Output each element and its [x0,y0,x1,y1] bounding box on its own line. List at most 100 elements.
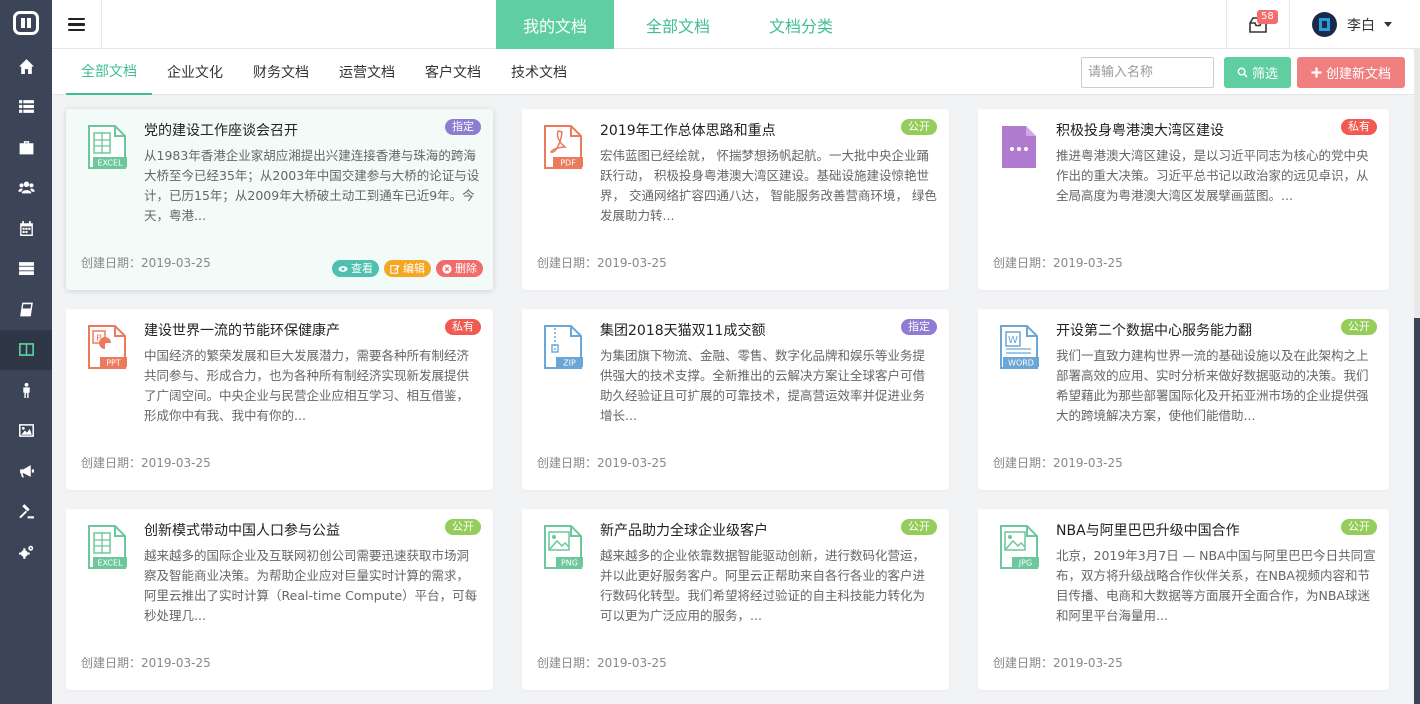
document-summary: 从1983年香港企业家胡应湘提出兴建连接香港与珠海的跨海大桥至今已经35年；从2… [144,148,480,223]
document-summary: 为集团旗下物流、金融、零售、数字化品牌和娱乐等业务提供强大的技术支撑。全新推出的… [600,348,926,423]
visibility-badge: 公开 [901,519,937,535]
plus-icon [1311,67,1322,78]
hamburger-icon [68,15,85,35]
document-card[interactable]: PNG 新产品助力全球企业级客户 公开 越来越多的企业依靠数据智能驱动创新，进行… [522,509,949,690]
other-file-icon [1002,126,1036,168]
top-right-area: 58 李白 [1226,0,1420,49]
search-icon [1237,67,1248,78]
category-tab-finance[interactable]: 财务文档 [238,49,324,95]
svg-text:EXCEL: EXCEL [97,559,123,568]
category-tab-tech[interactable]: 技术文档 [496,49,582,95]
category-tabs: 全部文档 企业文化 财务文档 运营文档 客户文档 技术文档 [66,49,582,95]
person-icon [22,382,30,398]
svg-text:ZIP: ZIP [563,359,576,368]
scrollbar-thumb[interactable] [1414,318,1420,704]
visibility-badge: 公开 [445,519,481,535]
sidebar-item-book[interactable] [0,289,52,330]
chevron-down-icon [1384,22,1392,27]
document-title[interactable]: 集团2018天猫双11成交额 [600,320,765,340]
created-date: 创建日期：2019-03-25 [537,456,667,470]
document-card[interactable]: ZIP 集团2018天猫双11成交额 指定 为集团旗下物流、金融、零售、数字化品… [522,309,949,490]
category-tab-all[interactable]: 全部文档 [66,49,152,95]
document-title[interactable]: NBA与阿里巴巴升级中国合作 [1056,520,1240,540]
notifications-button[interactable]: 58 [1227,0,1289,49]
view-button[interactable]: 查看 [332,260,379,277]
svg-text:PNG: PNG [561,559,578,568]
document-summary: 我们一直致力建构世界一流的基础设施以及在此架构之上部署高效的应用、实时分析来做好… [1056,348,1369,423]
document-card[interactable]: 积极投身粤港澳大湾区建设 私有 推进粤港澳大湾区建设，是以习近平同志为核心的党中… [978,109,1389,290]
card-actions: 查看 编辑 删除 [332,260,483,277]
created-date: 创建日期：2019-03-25 [81,256,211,270]
create-document-button[interactable]: 创建新文档 [1297,57,1405,88]
document-title[interactable]: 2019年工作总体思路和重点 [600,120,776,140]
close-icon [442,263,452,274]
created-date: 创建日期：2019-03-25 [537,656,667,670]
top-tabs: 我的文档 全部文档 文档分类 [496,0,865,49]
avatar [1312,12,1337,37]
tab-all-documents[interactable]: 全部文档 [619,0,737,49]
visibility-badge: 公开 [1341,319,1377,335]
category-tab-culture[interactable]: 企业文化 [152,49,238,95]
delete-button[interactable]: 删除 [436,260,483,277]
book-icon [19,302,33,317]
document-summary: 北京，2019年3月7日 — NBA中国与阿里巴巴今日共同宣布，双方将升级战略合… [1056,548,1376,623]
columns-icon [18,343,34,357]
sidebar-item-announcements[interactable] [0,451,52,492]
excel-file-icon: EXCEL [88,125,127,169]
sidebar-item-person[interactable] [0,370,52,411]
document-title[interactable]: 开设第二个数据中心服务能力翻 [1056,320,1252,340]
document-card[interactable]: EXCEL 党的建设工作座谈会召开 指定 从1983年香港企业家胡应湘提出兴建连… [66,109,493,290]
menu-toggle-button[interactable] [52,0,102,49]
category-tab-customer[interactable]: 客户文档 [410,49,496,95]
excel-file-icon: EXCEL [88,525,127,569]
visibility-badge: 指定 [901,319,937,335]
filter-button[interactable]: 筛选 [1224,57,1291,88]
top-navbar: 我的文档 全部文档 文档分类 58 李白 [52,0,1420,49]
user-menu[interactable]: 李白 [1290,0,1420,49]
app-logo[interactable] [0,0,52,46]
sidebar-item-tools[interactable] [0,492,52,533]
visibility-badge: 公开 [901,119,937,135]
edit-icon [390,264,400,274]
tab-my-documents[interactable]: 我的文档 [496,0,614,49]
svg-text:PPT: PPT [106,359,121,368]
created-date: 创建日期：2019-03-25 [81,456,211,470]
document-card[interactable]: W WORD 开设第二个数据中心服务能力翻 公开 我们一直致力建构世界一流的基础… [978,309,1389,490]
document-summary: 中国经济的繁荣发展和巨大发展潜力，需要各种所有制经济共同参与、形成合力，也为各种… [144,348,470,423]
sidebar-item-briefcase[interactable] [0,127,52,168]
word-file-icon: W WORD [1000,325,1039,369]
sidebar-item-users[interactable] [0,168,52,209]
eye-icon [338,265,348,272]
category-bar: 全部文档 企业文化 财务文档 运营文档 客户文档 技术文档 筛选 创建新文档 [52,49,1420,95]
sidebar-item-calendar[interactable] [0,208,52,249]
visibility-badge: 指定 [445,119,481,135]
search-input[interactable] [1081,57,1214,88]
sidebar-item-list[interactable] [0,87,52,128]
created-date: 创建日期：2019-03-25 [537,256,667,270]
sidebar-item-home[interactable] [0,46,52,87]
tab-document-categories[interactable]: 文档分类 [742,0,860,49]
users-icon [17,181,35,194]
ppt-file-icon: P PPT [88,325,127,369]
sidebar-item-settings[interactable] [0,532,52,573]
document-title[interactable]: 新产品助力全球企业级客户 [600,520,768,540]
list-icon [18,100,34,114]
document-summary: 越来越多的国际企业及互联网初创公司需要迅速获取市场洞察及智能商业决策。为帮助企业… [144,548,478,623]
document-card[interactable]: EXCEL 创新模式带动中国人口参与公益 公开 越来越多的国际企业及互联网初创公… [66,509,493,690]
sidebar-item-server[interactable] [0,249,52,290]
document-title[interactable]: 党的建设工作座谈会召开 [144,120,298,140]
document-title[interactable]: 创新模式带动中国人口参与公益 [144,520,340,540]
document-title[interactable]: 积极投身粤港澳大湾区建设 [1056,120,1224,140]
edit-button-label: 编辑 [403,262,425,275]
document-title[interactable]: 建设世界一流的节能环保健康产 [144,320,340,340]
edit-button[interactable]: 编辑 [384,260,431,277]
category-tab-operations[interactable]: 运营文档 [324,49,410,95]
document-summary: 宏伟蓝图已经绘就， 怀揣梦想扬帆起航。一大批中央企业踊跃行动， 积极投身粤港澳大… [600,148,937,223]
created-date: 创建日期：2019-03-25 [993,456,1123,470]
sidebar-item-image[interactable] [0,411,52,452]
document-card[interactable]: P PPT 建设世界一流的节能环保健康产 私有 中国经济的繁荣发展和巨大发展潜力… [66,309,493,490]
document-card[interactable]: PDF 2019年工作总体思路和重点 公开 宏伟蓝图已经绘就， 怀揣梦想扬帆起航… [522,109,949,290]
document-card[interactable]: JPG NBA与阿里巴巴升级中国合作 公开 北京，2019年3月7日 — NBA… [978,509,1389,690]
sidebar-item-documents[interactable] [0,329,52,370]
created-date: 创建日期：2019-03-25 [81,656,211,670]
